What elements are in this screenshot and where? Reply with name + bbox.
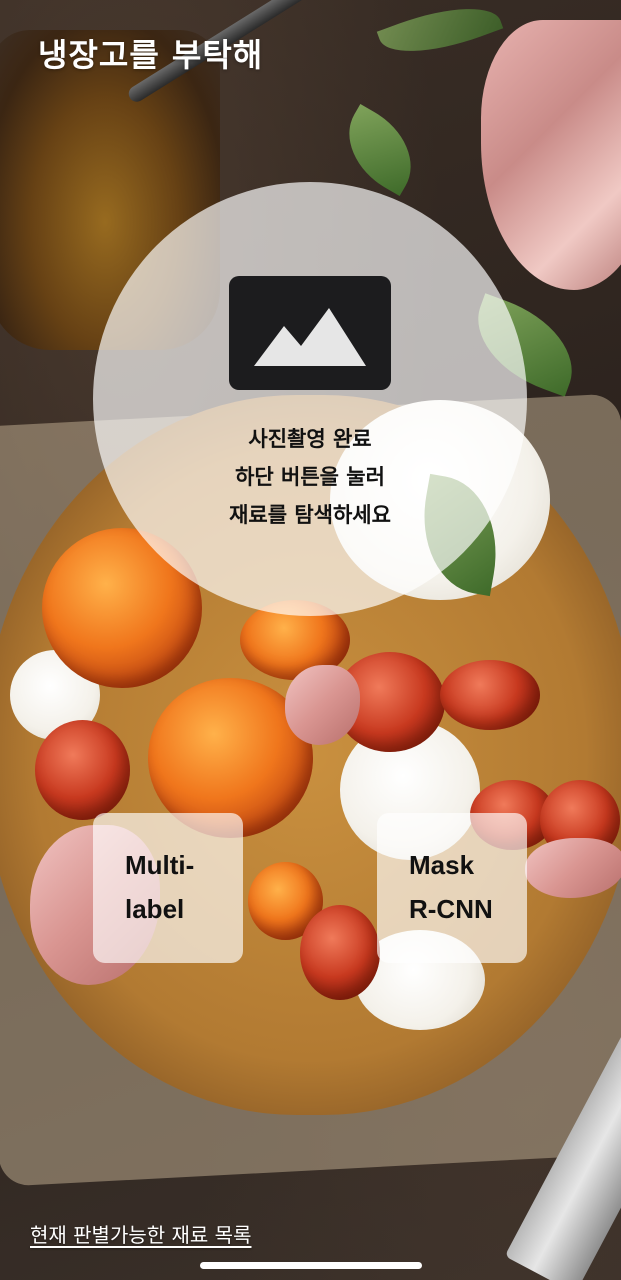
capture-instruction: 사진촬영 완료 하단 버튼을 눌러 재료를 탐색하세요: [93, 420, 527, 534]
instruction-line: 사진촬영 완료: [248, 427, 372, 451]
button-label-line: Multi-: [125, 850, 195, 880]
button-label-line: label: [125, 894, 185, 924]
ingredients-list-link[interactable]: 현재 판별가능한 재료 목록: [30, 1219, 251, 1248]
tomato: [35, 720, 130, 820]
photo-capture-button[interactable]: 사진촬영 완료 하단 버튼을 눌러 재료를 탐색하세요: [93, 182, 527, 616]
basil-leaf: [330, 104, 430, 196]
mask-rcnn-button[interactable]: Mask R-CNN: [377, 813, 527, 963]
image-icon: [229, 276, 391, 390]
button-label-line: R-CNN: [409, 894, 493, 924]
multi-label-button[interactable]: Multi- label: [93, 813, 243, 963]
tomato: [300, 905, 380, 1000]
app-title: 냉장고를 부탁해: [38, 36, 264, 74]
herb-leaf: [376, 0, 504, 70]
prosciutto-decoration: [481, 20, 621, 290]
instruction-line: 하단 버튼을 눌러: [235, 465, 385, 489]
prosciutto: [525, 838, 621, 898]
tomato: [440, 660, 540, 730]
home-indicator[interactable]: [200, 1262, 422, 1269]
instruction-line: 재료를 탐색하세요: [229, 503, 391, 527]
button-label-line: Mask: [409, 850, 475, 880]
